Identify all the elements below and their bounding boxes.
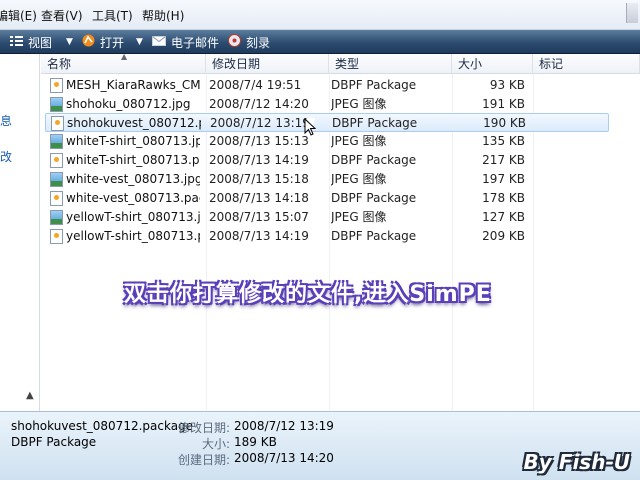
- file-modified: 2008/7/13 15:18: [209, 172, 309, 186]
- file-name: yellowT-shirt_080713.pa...: [66, 229, 200, 243]
- file-type: DBPF Package: [331, 229, 417, 243]
- chevron-down-icon: ▼: [66, 37, 73, 47]
- details-size-label: 大小:: [201, 437, 230, 451]
- burn-disc-icon: [228, 34, 241, 50]
- column-tags[interactable]: 标记: [533, 54, 640, 74]
- file-type: DBPF Package: [331, 78, 417, 92]
- file-modified: 2008/7/4 19:51: [209, 78, 302, 92]
- column-size[interactable]: 大小: [452, 54, 533, 74]
- details-filename: shohokuvest_080712.package: [11, 419, 194, 433]
- file-row-selected[interactable]: shohokuvest_080712.pa... 2008/7/12 13:19…: [45, 113, 609, 132]
- file-size: 191 KB: [482, 97, 525, 111]
- file-row[interactable]: whiteT-shirt_080713.jpg 2008/7/13 15:13 …: [45, 132, 609, 151]
- file-type: DBPF Package: [331, 153, 417, 167]
- file-size: 197 KB: [482, 172, 525, 186]
- details-size-value: 189 KB: [234, 435, 277, 449]
- file-name: yellowT-shirt_080713.jpg: [66, 210, 200, 224]
- package-icon: [50, 78, 63, 93]
- file-list: 名称 ▲ 修改日期 类型 大小 标记 MESH_KiaraRawks_CMk..…: [41, 52, 640, 411]
- menu-edit[interactable]: 编辑(E): [0, 7, 37, 24]
- file-type: JPEG 图像: [331, 172, 387, 186]
- column-header-row: 名称 ▲ 修改日期 类型 大小 标记: [41, 52, 640, 74]
- file-row[interactable]: shohoku_080712.jpg 2008/7/12 14:20 JPEG …: [45, 95, 609, 114]
- file-type: DBPF Package: [332, 116, 418, 130]
- command-bar: 视图 ▼ 打开 ▼ 电子邮件 刻录: [0, 30, 640, 54]
- file-size: 209 KB: [482, 229, 525, 243]
- file-type: JPEG 图像: [331, 134, 387, 148]
- file-modified: 2008/7/13 15:07: [209, 210, 309, 224]
- nav-fragment-2[interactable]: 改: [0, 148, 12, 165]
- open-app-icon: [82, 34, 95, 50]
- tutorial-caption: 双击你打算修改的文件,进入SimPE: [124, 282, 492, 307]
- views-icon: [10, 35, 23, 50]
- file-name: whiteT-shirt_080713.pac...: [66, 153, 200, 167]
- column-modified[interactable]: 修改日期: [206, 54, 329, 74]
- file-name: white-vest_080713.jpg: [66, 172, 200, 186]
- file-name: white-vest_080713.pack...: [66, 191, 200, 205]
- open-button[interactable]: 打开 ▼: [82, 30, 143, 54]
- burn-button[interactable]: 刻录: [228, 30, 270, 54]
- file-size: 135 KB: [482, 134, 525, 148]
- file-row[interactable]: white-vest_080713.jpg 2008/7/13 15:18 JP…: [45, 170, 609, 189]
- nav-fragment-1[interactable]: 息: [0, 112, 12, 129]
- email-icon: [152, 35, 166, 49]
- column-type[interactable]: 类型: [329, 54, 452, 74]
- views-label: 视图: [28, 35, 53, 50]
- details-filetype: DBPF Package: [11, 435, 97, 449]
- file-modified: 2008/7/13 14:19: [209, 229, 309, 243]
- package-icon: [50, 191, 63, 206]
- collapse-chevron-icon[interactable]: ▲: [26, 390, 34, 401]
- package-icon: [50, 153, 63, 168]
- file-row[interactable]: whiteT-shirt_080713.pac... 2008/7/13 14:…: [45, 151, 609, 170]
- file-size: 93 KB: [489, 78, 525, 92]
- file-name: MESH_KiaraRawks_CMk...: [66, 78, 200, 92]
- file-size: 217 KB: [482, 153, 525, 167]
- details-created-label: 创建日期:: [177, 453, 230, 467]
- email-button[interactable]: 电子邮件: [152, 30, 219, 54]
- file-size: 178 KB: [482, 191, 525, 205]
- menu-help[interactable]: 帮助(H): [142, 7, 184, 24]
- file-modified: 2008/7/13 14:19: [209, 153, 309, 167]
- sort-ascending-icon: ▲: [121, 52, 128, 61]
- image-icon: [50, 134, 63, 149]
- burn-label: 刻录: [246, 35, 271, 50]
- file-row[interactable]: yellowT-shirt_080713.pa... 2008/7/13 14:…: [45, 227, 609, 246]
- file-modified: 2008/7/13 14:18: [209, 191, 309, 205]
- details-pane: shohokuvest_080712.package DBPF Package …: [0, 411, 640, 480]
- file-type: JPEG 图像: [331, 97, 387, 111]
- image-icon: [50, 172, 63, 187]
- details-modified-label: 修改日期:: [177, 421, 230, 435]
- menu-view[interactable]: 查看(V): [41, 7, 83, 24]
- email-label: 电子邮件: [171, 35, 220, 50]
- image-icon: [50, 210, 63, 225]
- file-row[interactable]: white-vest_080713.pack... 2008/7/13 14:1…: [45, 189, 609, 208]
- window-logo-icon: [626, 3, 638, 23]
- file-size: 127 KB: [482, 210, 525, 224]
- file-modified: 2008/7/12 14:20: [209, 97, 309, 111]
- watermark-text: By Fish-U: [523, 450, 630, 474]
- details-created-value: 2008/7/13 14:20: [234, 451, 334, 465]
- package-icon: [51, 116, 64, 131]
- file-name: whiteT-shirt_080713.jpg: [66, 134, 200, 148]
- file-size: 190 KB: [483, 116, 526, 130]
- menu-bar: 编辑(E) 查看(V) 工具(T) 帮助(H): [0, 0, 640, 30]
- navigation-pane: 息 改 ▲: [0, 54, 40, 411]
- file-row[interactable]: MESH_KiaraRawks_CMk... 2008/7/4 19:51 DB…: [45, 76, 609, 95]
- file-type: JPEG 图像: [331, 210, 387, 224]
- file-type: DBPF Package: [331, 191, 417, 205]
- open-label: 打开: [100, 35, 125, 50]
- menu-tools[interactable]: 工具(T): [92, 7, 133, 24]
- file-row[interactable]: yellowT-shirt_080713.jpg 2008/7/13 15:07…: [45, 208, 609, 227]
- image-icon: [50, 97, 63, 112]
- file-name: shohokuvest_080712.pa...: [67, 116, 201, 130]
- views-button[interactable]: 视图 ▼: [10, 30, 73, 54]
- package-icon: [50, 229, 63, 244]
- chevron-down-icon: ▼: [136, 37, 143, 47]
- details-modified-value: 2008/7/12 13:19: [234, 419, 334, 433]
- file-name: shohoku_080712.jpg: [66, 97, 191, 111]
